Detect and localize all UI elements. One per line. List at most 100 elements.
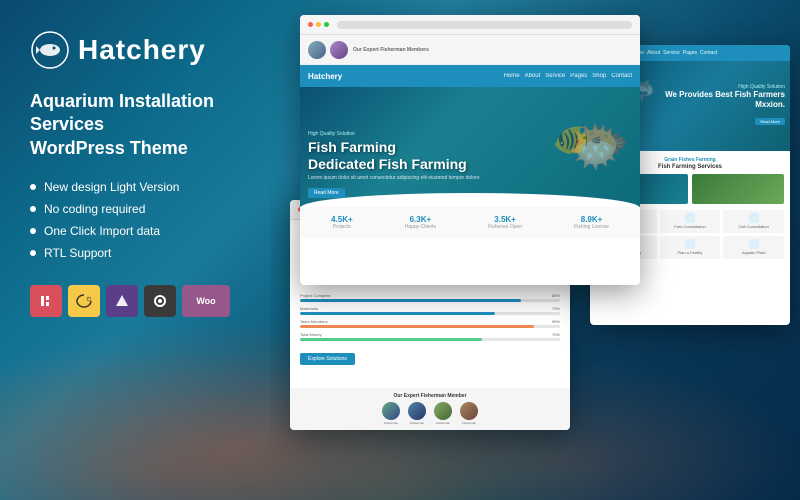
- avatar-1: [308, 41, 326, 59]
- hero-title: Fish Farming Dedicated Fish Farming: [308, 139, 479, 173]
- browser-chrome: [300, 15, 640, 35]
- feature-img-2: [692, 174, 784, 204]
- service-icon-3: [749, 213, 759, 223]
- nav-about: About: [525, 73, 541, 79]
- left-panel: Hatchery Aquarium Installation Services …: [30, 30, 260, 317]
- fisherman-cards-row: Fisherman Fisherman Fisherman Fisherman: [295, 402, 565, 425]
- bullet-icon: [30, 228, 36, 234]
- progress-3: Team Members 90%: [300, 319, 560, 328]
- bar-inner-4: [300, 338, 482, 341]
- fisherman-card-3: Fisherman: [434, 402, 452, 425]
- stat-projects: 4.5K+ Projects: [331, 215, 353, 230]
- feature-item: RTL Support: [30, 246, 260, 260]
- fisherman-avatar-4: [460, 402, 478, 420]
- fisherman-label: Our Expert Fisherman Members: [353, 47, 429, 53]
- stat-clients: 6.3K+ Happy Clients: [405, 215, 436, 230]
- sec-nav-contact: Contact: [700, 50, 717, 56]
- fisherman-avatar-1: [382, 402, 400, 420]
- bar-outer-1: [300, 299, 560, 302]
- mockups-area: Our Expert Fisherman Members Hatchery Ho…: [270, 0, 800, 500]
- stats-section: 4.5K+ Projects 6.3K+ Happy Clients 3.5K+…: [300, 207, 640, 238]
- nav-logo: Hatchery: [308, 72, 342, 81]
- progress-4: Total Money 70%: [300, 332, 560, 341]
- fisherman-name-2: Fisherman: [408, 421, 426, 425]
- fisherman-name-1: Fisherman: [382, 421, 400, 425]
- hero-label: High Quality Solution: [308, 131, 479, 137]
- sec-nav-pages: Pages: [683, 50, 697, 56]
- stats-row: 4.5K+ Projects 6.3K+ Happy Clients 3.5K+…: [308, 215, 632, 230]
- logo-area: Hatchery: [30, 30, 260, 70]
- hero-section: 🐡 🐠 High Quality Solution Fish Farming D…: [300, 87, 640, 207]
- stat-fisheries: 3.5K+ Fisheries Open: [488, 215, 522, 230]
- hero-text: High Quality Solution Fish Farming Dedic…: [308, 131, 479, 199]
- site-nav: Hatchery Home About Service Pages Shop C…: [300, 65, 640, 87]
- service-icon-2: [685, 213, 695, 223]
- woo-badge: Woo: [182, 285, 230, 317]
- member-avatars: [308, 41, 348, 59]
- dot-green: [324, 22, 329, 27]
- sec-hero-text: High Quality Solution We Provides Best F…: [665, 84, 785, 129]
- service-6: Aquatic Plant: [723, 236, 784, 259]
- fish-small-icon: 🐠: [553, 123, 590, 158]
- bar-inner-3: [300, 325, 534, 328]
- woo-label: Woo: [196, 296, 215, 306]
- plugin-badges: Woo: [30, 285, 260, 317]
- third-cta-button[interactable]: Explore Solutions: [300, 353, 355, 365]
- fisherman-avatar-3: [434, 402, 452, 420]
- nav-pages: Pages: [570, 73, 587, 79]
- bar-outer-3: [300, 325, 560, 328]
- stat-license: 8.9K+ Fishing License: [574, 215, 609, 230]
- sec-nav-links: Home About Service Pages Contact: [631, 50, 718, 56]
- nav-service: Service: [545, 73, 565, 79]
- nav-home: Home: [504, 73, 520, 79]
- sec-nav-service: Service: [663, 50, 680, 56]
- triangle-badge: [106, 285, 138, 317]
- bullet-icon: [30, 184, 36, 190]
- sec-nav-about: About: [647, 50, 660, 56]
- fisherman-name-4: Fisherman: [460, 421, 478, 425]
- brand-name: Hatchery: [78, 34, 206, 66]
- service-icon-5: [685, 239, 695, 249]
- sec-hero-btn[interactable]: Read More: [755, 118, 785, 125]
- hero-cta-button[interactable]: Read More: [308, 188, 345, 198]
- bar-outer-2: [300, 312, 560, 315]
- bullet-icon: [30, 250, 36, 256]
- bar-inner-2: [300, 312, 495, 315]
- fisherman-bottom-bar: Our Expert Fisherman Member Fisherman Fi…: [290, 388, 570, 430]
- elementor-badge: [30, 285, 62, 317]
- logo-fish-icon: [30, 30, 70, 70]
- feature-item: One Click Import data: [30, 224, 260, 238]
- feature-list: New design Light Version No coding requi…: [30, 180, 260, 260]
- fisherman-avatar-2: [408, 402, 426, 420]
- service-3: Call Consultation: [723, 210, 784, 233]
- progress-bars: Project Complete 85% Maximuim 75%: [300, 293, 560, 341]
- fisherman-card-1: Fisherman: [382, 402, 400, 425]
- address-bar: [337, 21, 632, 29]
- tagline: Aquarium Installation Services WordPress…: [30, 90, 260, 160]
- feature-item: No coding required: [30, 202, 260, 216]
- tagline-line2: WordPress Theme: [30, 138, 188, 158]
- mailchimp-badge: [68, 285, 100, 317]
- service-icon-6: [749, 239, 759, 249]
- sec-hero-title: We Provides Best Fish Farmers Mxxion.: [665, 90, 785, 111]
- nav-links: Home About Service Pages Shop Contact: [504, 73, 632, 79]
- fisherman-name-3: Fisherman: [434, 421, 452, 425]
- dot-yellow: [316, 22, 321, 27]
- bar-inner-1: [300, 299, 521, 302]
- avatar-2: [330, 41, 348, 59]
- feature-item: New design Light Version: [30, 180, 260, 194]
- fisherman-section-title: Our Expert Fisherman Member: [295, 393, 565, 399]
- hero-desc: Lorem ipsum dolor sit amet consectetur a…: [308, 175, 479, 181]
- circle-badge: [144, 285, 176, 317]
- fisherman-card-2: Fisherman: [408, 402, 426, 425]
- bullet-icon: [30, 206, 36, 212]
- dot-red: [308, 22, 313, 27]
- service-5: Plan a Facility: [660, 236, 721, 259]
- fisherman-card-4: Fisherman: [460, 402, 478, 425]
- progress-2: Maximuim 75%: [300, 306, 560, 315]
- nav-contact: Contact: [611, 73, 632, 79]
- nav-shop: Shop: [592, 73, 606, 79]
- progress-1: Project Complete 85%: [300, 293, 560, 302]
- bar-outer-4: [300, 338, 560, 341]
- tagline-line1: Aquarium Installation Services: [30, 91, 214, 134]
